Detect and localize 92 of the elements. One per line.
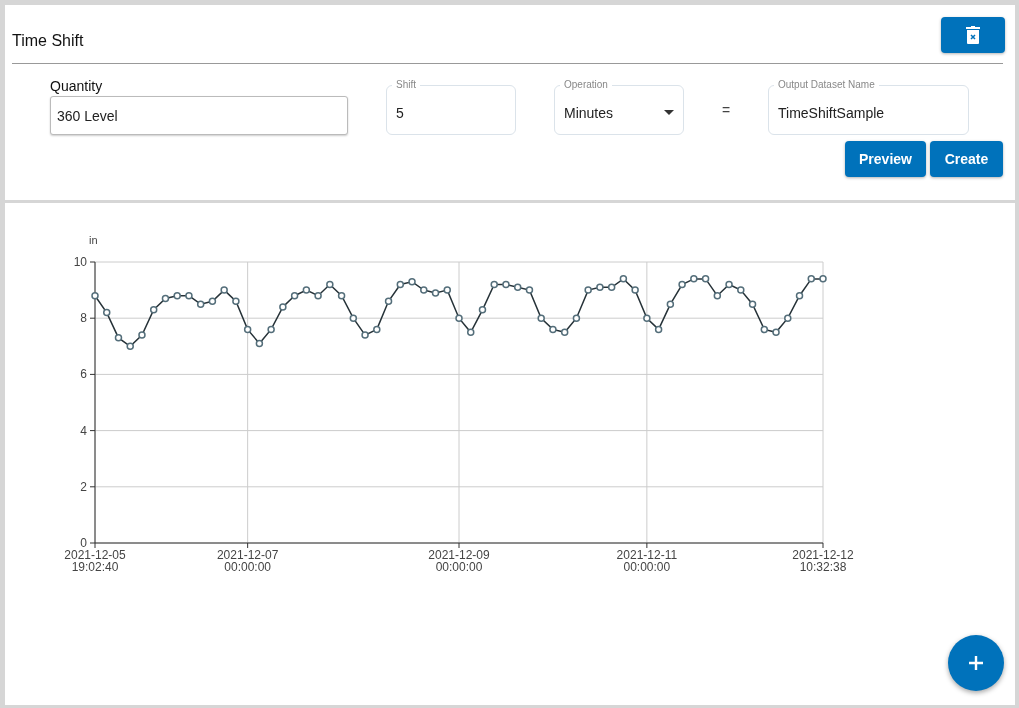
data-point: [713, 291, 722, 300]
data-point: [807, 275, 815, 283]
panel-title: Time Shift: [12, 31, 84, 50]
x-tick-label: 2021-12-11 00:00:00: [616, 548, 678, 574]
data-point: [396, 280, 405, 289]
data-point: [537, 314, 545, 322]
y-tick-label: 10: [73, 255, 87, 269]
plus-icon: [968, 655, 984, 671]
operation-dropdown[interactable]: Operation Minutes: [554, 78, 684, 135]
data-point: [819, 275, 827, 283]
data-point: [431, 289, 440, 297]
delete-button[interactable]: [941, 17, 1005, 53]
data-point: [103, 308, 111, 317]
data-point: [243, 325, 252, 334]
y-tick-label: 2: [80, 479, 87, 494]
data-point: [784, 314, 792, 322]
x-tick-label: 2021-12-12 10:32:38: [792, 548, 854, 574]
data-point: [725, 280, 733, 289]
output-name-field[interactable]: Output Dataset Name TimeShiftSample: [768, 78, 969, 135]
data-point: [126, 342, 134, 351]
data-point: [91, 291, 99, 300]
data-point: [760, 325, 769, 334]
data-point: [196, 300, 205, 308]
data-point: [666, 300, 675, 308]
data-point: [384, 297, 393, 306]
data-point: [361, 331, 369, 339]
data-point: [701, 275, 710, 283]
caret-icon: [664, 109, 674, 115]
field-label: Shift: [392, 78, 420, 91]
y-tick-label: 6: [80, 367, 87, 382]
data-point: [443, 286, 451, 294]
data-point: [502, 280, 510, 289]
data-point: [596, 283, 604, 292]
data-point: [748, 300, 757, 308]
quantity-field[interactable]: 360 Level: [50, 96, 348, 135]
data-point: [467, 328, 475, 336]
data-point: [619, 275, 628, 283]
x-tick-label: 2021-12-09 00:00:00: [428, 548, 490, 574]
data-point: [161, 294, 170, 303]
data-point: [232, 297, 240, 306]
data-point: [654, 325, 663, 334]
data-point: [607, 283, 616, 292]
y-axis-unit: in: [89, 234, 98, 246]
create-button[interactable]: Create: [930, 141, 1003, 177]
data-point: [513, 283, 522, 292]
data-point: [208, 297, 217, 306]
data-point: [337, 291, 346, 300]
data-point: [795, 291, 804, 300]
data-point: [420, 286, 428, 294]
y-tick-label: 4: [80, 423, 87, 438]
data-point: [255, 339, 264, 348]
data-point: [737, 286, 745, 294]
data-point: [220, 286, 228, 294]
data-point: [173, 291, 181, 300]
data-point: [279, 303, 287, 311]
data-point: [314, 291, 322, 300]
data-point: [302, 286, 311, 294]
y-tick-label: 0: [80, 536, 87, 550]
shift-field[interactable]: Shift 5: [386, 78, 516, 135]
data-point: [408, 277, 416, 286]
trash-icon: [966, 26, 980, 44]
data-point: [690, 275, 698, 283]
data-point: [490, 280, 498, 289]
preview-button[interactable]: Preview: [845, 141, 926, 177]
data-point: [114, 334, 123, 342]
data-point: [373, 325, 381, 334]
equals-sign: =: [720, 101, 732, 118]
x-tick-label: 2021-12-05 19:02:40: [64, 548, 126, 574]
quantity-label: Quantity: [50, 78, 104, 94]
data-point: [631, 286, 639, 294]
data-point: [678, 280, 686, 289]
data-point: [772, 328, 780, 336]
data-point: [643, 314, 651, 322]
data-point: [149, 306, 158, 314]
data-point: [549, 325, 557, 334]
data-point: [185, 291, 193, 300]
data-point: [267, 325, 275, 334]
data-point: [455, 314, 463, 322]
data-point: [584, 286, 592, 294]
data-point: [290, 291, 299, 300]
data-point: [349, 314, 358, 322]
data-point: [478, 306, 487, 314]
x-tick-label: 2021-12-07 00:00:00: [216, 548, 279, 574]
data-point: [560, 328, 569, 336]
data-point: [326, 280, 334, 289]
data-point: [138, 331, 146, 339]
add-button[interactable]: [948, 635, 1004, 691]
data-point: [572, 314, 581, 322]
field-label: Operation: [560, 78, 612, 91]
y-tick-label: 8: [80, 311, 87, 326]
data-point: [525, 286, 534, 294]
field-label: Output Dataset Name: [774, 78, 879, 91]
